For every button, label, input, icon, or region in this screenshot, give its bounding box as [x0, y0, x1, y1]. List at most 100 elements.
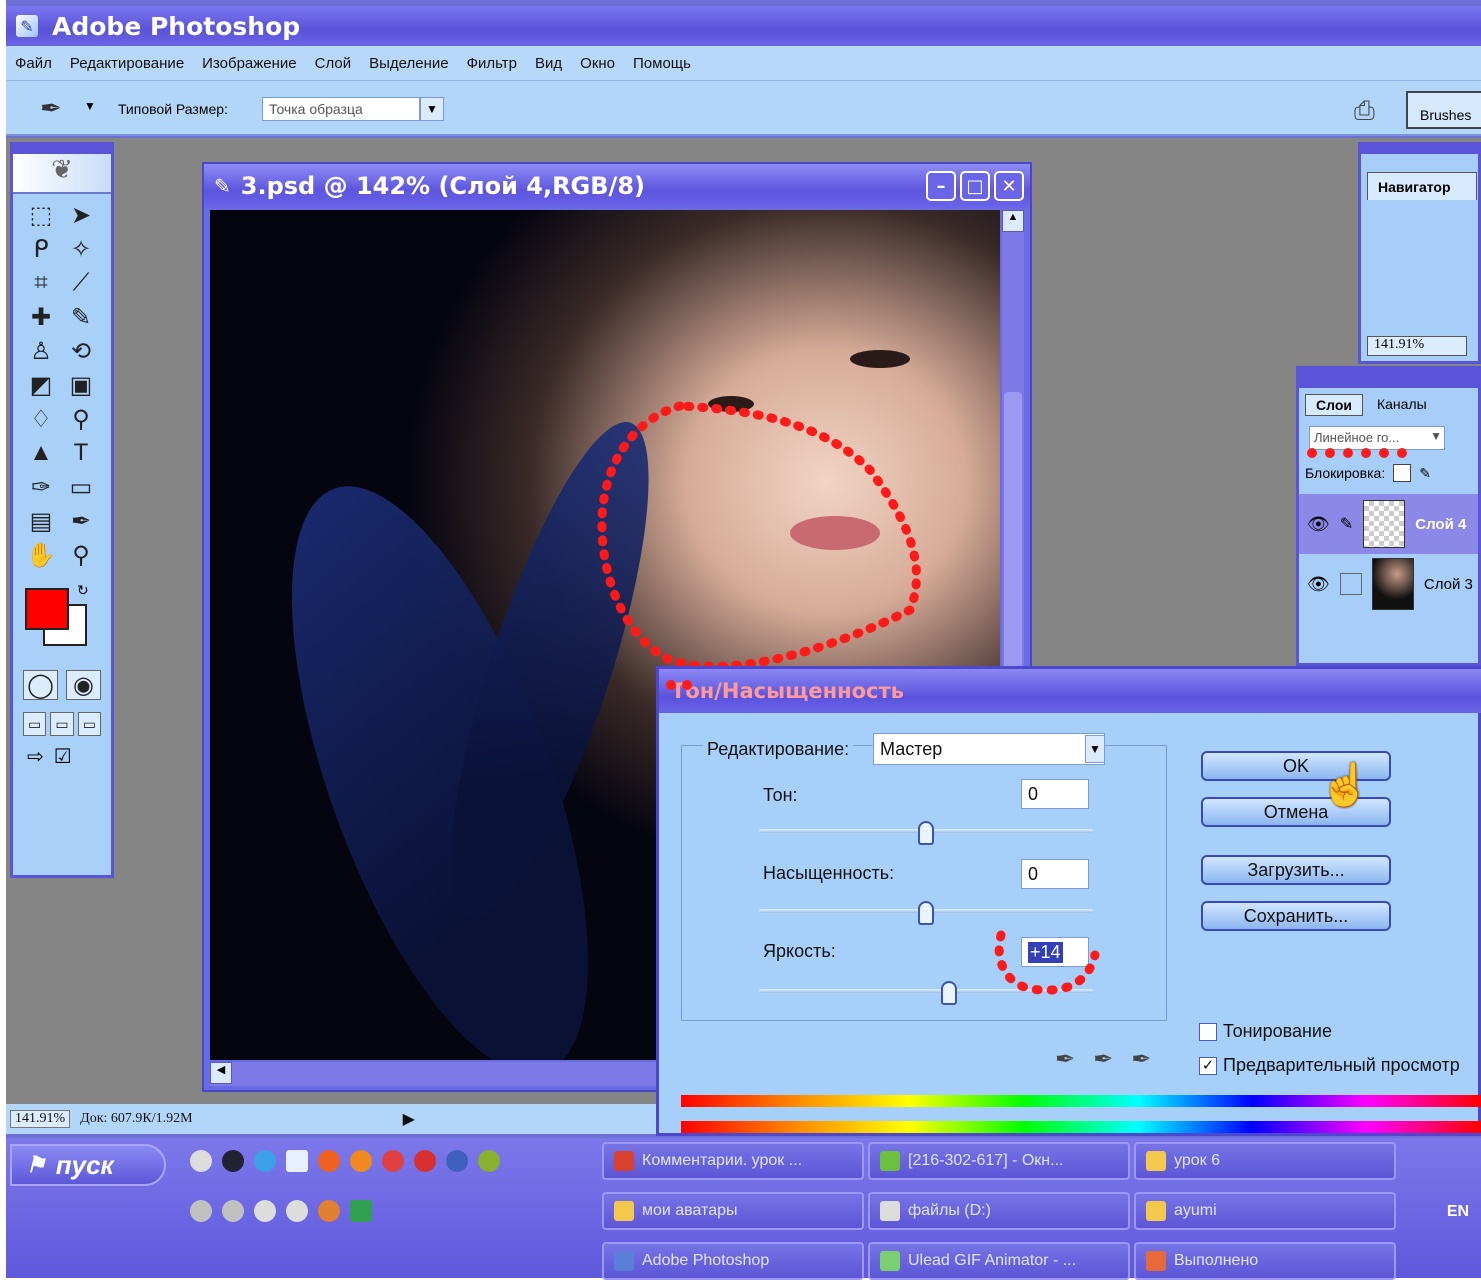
eyedropper-minus-icon[interactable]: ✒	[1131, 1045, 1151, 1074]
task-button[interactable]: урок 6	[1134, 1142, 1396, 1180]
menu-layer[interactable]: Слой	[306, 55, 360, 72]
edit-select[interactable]: Мастер	[873, 733, 1105, 765]
checkmark-icon[interactable]: ☑	[54, 744, 72, 769]
screen-mode-standard-icon[interactable]: ▭	[23, 712, 47, 736]
dialog-title-bar[interactable]: Тон/Насыщенность	[659, 669, 1481, 713]
task-button[interactable]: Adobe Photoshop	[602, 1242, 864, 1280]
preview-option[interactable]: ✓ Предварительный просмотр	[1199, 1055, 1460, 1076]
quicklaunch-icon[interactable]	[286, 1150, 308, 1172]
maximize-icon[interactable]: □	[960, 171, 990, 201]
tab-channels[interactable]: Каналы	[1367, 394, 1437, 416]
preview-checkbox[interactable]: ✓	[1199, 1056, 1217, 1075]
task-button[interactable]: [216-302-617] - Окн...	[868, 1142, 1130, 1180]
quicklaunch-icon[interactable]	[222, 1200, 244, 1222]
scroll-left-icon[interactable]: ◀	[210, 1062, 232, 1084]
notes-tool-icon[interactable]: ▤	[21, 504, 61, 538]
minimize-icon[interactable]: –	[926, 171, 956, 201]
lightness-slider-thumb[interactable]	[941, 981, 958, 1005]
layer-row[interactable]: 👁 Слой 3	[1299, 554, 1478, 614]
language-indicator[interactable]: EN	[1442, 1198, 1474, 1226]
hue-slider-thumb[interactable]	[918, 821, 934, 845]
swap-colors-icon[interactable]: ↻	[77, 582, 89, 599]
pen-tool-icon[interactable]: ✑	[21, 470, 61, 504]
document-title-bar[interactable]: ✎ 3.psd @ 142% (Слой 4,RGB/8) – □ ✕	[204, 164, 1030, 208]
menu-view[interactable]: Вид	[526, 55, 571, 72]
navigator-zoom[interactable]: 141.91%	[1367, 336, 1467, 356]
magic-wand-icon[interactable]: ✧	[61, 232, 101, 266]
blend-mode-select[interactable]: Линейное го... ▼	[1309, 426, 1445, 450]
quicklaunch-icon[interactable]	[254, 1150, 276, 1172]
eyedropper-plus-icon[interactable]: ✒	[1093, 1045, 1113, 1074]
menu-filter[interactable]: Фильтр	[458, 55, 526, 72]
brushes-palette-well[interactable]: Brushes	[1406, 91, 1481, 129]
zoom-level[interactable]: 141.91%	[10, 1110, 71, 1128]
move-tool-icon[interactable]: ➤	[61, 198, 101, 232]
slice-tool-icon[interactable]: ⟋	[61, 266, 101, 300]
quick-mask-icon[interactable]: ◉	[66, 670, 101, 700]
hand-tool-icon[interactable]: ✋	[21, 538, 61, 572]
menu-image[interactable]: Изображение	[193, 55, 306, 72]
shape-tool-icon[interactable]: ▭	[61, 470, 101, 504]
lasso-tool-icon[interactable]: ᑭ	[21, 232, 61, 266]
quicklaunch-icon[interactable]	[190, 1200, 212, 1222]
zoom-tool-icon[interactable]: ⚲	[61, 538, 101, 572]
quicklaunch-icon[interactable]	[318, 1200, 340, 1222]
chevron-down-icon[interactable]: ▼	[420, 97, 444, 121]
path-select-icon[interactable]: ▲	[21, 436, 61, 470]
standard-mode-icon[interactable]: ◯	[23, 670, 58, 700]
eyedropper-icon[interactable]: ✒	[40, 93, 62, 124]
dodge-tool-icon[interactable]: ⚲	[61, 402, 101, 436]
tool-preset-dropdown-icon[interactable]: ▼	[84, 99, 96, 113]
menu-window[interactable]: Окно	[571, 55, 624, 72]
crop-tool-icon[interactable]: ⌗	[21, 266, 61, 300]
quicklaunch-icon[interactable]	[254, 1200, 276, 1222]
clone-stamp-icon[interactable]: ♙	[21, 334, 61, 368]
eraser-tool-icon[interactable]: ◩	[21, 368, 61, 402]
gradient-tool-icon[interactable]: ▣	[61, 368, 101, 402]
brush-tool-icon[interactable]: ✎	[61, 300, 101, 334]
eye-icon[interactable]: 👁	[1307, 574, 1330, 595]
menu-edit[interactable]: Редактирование	[61, 55, 193, 72]
quicklaunch-icon[interactable]	[446, 1150, 468, 1172]
hue-input[interactable]: 0	[1021, 779, 1089, 809]
menu-help[interactable]: Помощь	[624, 55, 700, 72]
type-tool-icon[interactable]: T	[61, 436, 101, 470]
eyedropper-icon[interactable]: ✒	[1055, 1045, 1075, 1074]
quicklaunch-icon[interactable]	[478, 1150, 500, 1172]
load-button[interactable]: Загрузить...	[1201, 855, 1391, 885]
navigator-tab[interactable]: Навигатор	[1367, 172, 1477, 200]
eye-icon[interactable]: 👁	[1307, 514, 1330, 535]
screen-mode-full-icon[interactable]: ▭	[77, 712, 101, 736]
colorize-option[interactable]: Тонирование	[1199, 1021, 1332, 1042]
foreground-color-swatch[interactable]	[25, 588, 69, 630]
save-button[interactable]: Сохранить...	[1201, 901, 1391, 931]
layer-row[interactable]: 👁 ✎ Слой 4	[1299, 494, 1478, 554]
menu-file[interactable]: Файл	[6, 55, 61, 72]
task-button[interactable]: ayumi	[1134, 1192, 1396, 1230]
tab-layers[interactable]: Слои	[1305, 394, 1363, 416]
eyedropper-tool-icon[interactable]: ✒	[61, 504, 101, 538]
marquee-tool-icon[interactable]: ⬚	[21, 198, 61, 232]
jump-to-imageready-icon[interactable]: ⇨	[27, 744, 44, 769]
screen-mode-menu-icon[interactable]: ▭	[50, 712, 74, 736]
saturation-input[interactable]: 0	[1021, 859, 1089, 889]
status-menu-arrow-icon[interactable]: ▶	[403, 1109, 415, 1129]
chevron-down-icon[interactable]: ▼	[1085, 735, 1105, 763]
lock-transparency-icon[interactable]	[1393, 464, 1412, 482]
blur-tool-icon[interactable]: ♢	[21, 402, 61, 436]
scroll-up-icon[interactable]: ▲	[1002, 210, 1024, 232]
task-button[interactable]: мои аватары	[602, 1192, 864, 1230]
task-button[interactable]: Выполнено	[1134, 1242, 1396, 1280]
firefox-icon[interactable]	[350, 1150, 372, 1172]
menu-select[interactable]: Выделение	[360, 55, 457, 72]
task-button[interactable]: файлы (D:)	[868, 1192, 1130, 1230]
healing-brush-icon[interactable]: ✚	[21, 300, 61, 334]
quicklaunch-icon[interactable]	[350, 1200, 372, 1222]
scroll-thumb[interactable]	[1004, 392, 1022, 672]
start-button[interactable]: ⚑ пуск	[10, 1144, 166, 1186]
quicklaunch-icon[interactable]	[414, 1150, 436, 1172]
layer-link-box[interactable]	[1339, 573, 1362, 595]
saturation-slider-thumb[interactable]	[918, 901, 934, 925]
task-button[interactable]: Комментарии. урок ...	[602, 1142, 864, 1180]
quicklaunch-icon[interactable]	[318, 1150, 340, 1172]
